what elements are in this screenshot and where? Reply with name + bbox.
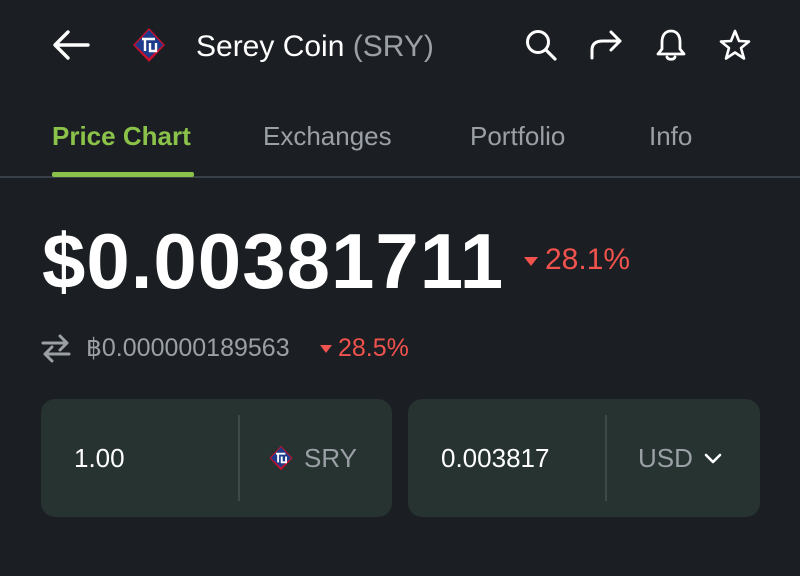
- converter-to-card: 0.003817 USD: [408, 399, 760, 517]
- usd-change-badge: 28.1%: [524, 240, 630, 280]
- btc-change-value: 28.5%: [338, 334, 409, 362]
- card-divider: [605, 415, 607, 501]
- coin-logo-icon: [269, 445, 293, 471]
- active-tab-indicator: [52, 172, 194, 177]
- coin-name: Serey Coin: [196, 30, 345, 63]
- card-divider: [238, 415, 240, 501]
- bell-icon: [656, 29, 686, 61]
- from-unit-label: SRY: [304, 443, 357, 473]
- search-icon: [526, 30, 557, 61]
- alerts-button[interactable]: [651, 24, 691, 66]
- coin-logo-icon: [133, 28, 165, 62]
- search-button[interactable]: [521, 24, 561, 66]
- converter-from-card: 1.00 SRY: [41, 399, 392, 517]
- btc-price: ฿0.000000189563: [86, 334, 290, 362]
- currency-select[interactable]: USD: [638, 439, 723, 477]
- from-unit: SRY: [268, 439, 357, 477]
- usd-change-value: 28.1%: [545, 243, 631, 276]
- top-app-bar: Serey Coin (SRY): [0, 0, 800, 92]
- favorite-button[interactable]: [715, 24, 755, 66]
- tab-bar: Price Chart Exchanges Portfolio Info: [0, 100, 800, 178]
- tab-price-chart[interactable]: Price Chart: [52, 116, 191, 156]
- tab-portfolio[interactable]: Portfolio: [470, 116, 565, 156]
- usd-price: $0.00381711: [42, 217, 505, 305]
- coin-title: Serey Coin (SRY): [196, 27, 434, 67]
- down-triangle-icon: [524, 256, 538, 266]
- btc-change-badge: 28.5%: [320, 330, 409, 366]
- back-button[interactable]: [50, 24, 92, 66]
- swap-arrows-icon: [41, 334, 71, 363]
- back-arrow-icon: [53, 30, 90, 60]
- from-amount-input[interactable]: 1.00: [74, 439, 125, 477]
- tab-info[interactable]: Info: [649, 116, 692, 156]
- tab-exchanges[interactable]: Exchanges: [263, 116, 392, 156]
- to-amount-input[interactable]: 0.003817: [441, 439, 549, 477]
- share-icon: [590, 30, 622, 60]
- chevron-down-icon: [704, 453, 722, 464]
- coin-symbol: (SRY): [352, 30, 434, 63]
- share-button[interactable]: [586, 24, 626, 66]
- star-icon: [719, 29, 751, 60]
- currency-select-label: USD: [638, 443, 693, 473]
- down-triangle-icon: [320, 345, 332, 353]
